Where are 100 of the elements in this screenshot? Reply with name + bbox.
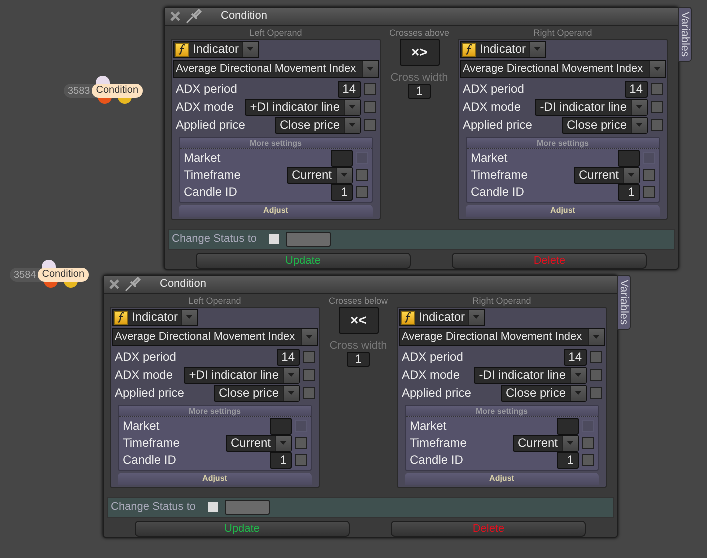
dropdown-caret-button[interactable] [570, 368, 586, 382]
dropdown-caret-button[interactable] [344, 100, 360, 114]
checkbox[interactable] [651, 101, 663, 113]
operator-button[interactable]: ×> [400, 38, 440, 66]
adjust-button[interactable]: Adjust [179, 204, 373, 216]
caret-down-icon [306, 334, 313, 338]
input-field[interactable]: 14 [564, 348, 587, 366]
dropdown-caret-button[interactable] [301, 328, 317, 344]
adjust-button[interactable]: Adjust [118, 472, 312, 484]
checkbox[interactable] [582, 437, 594, 449]
cross-width-field[interactable]: 1 [347, 352, 370, 366]
dropdown-caret-button[interactable] [344, 118, 360, 132]
adjust-button[interactable]: Adjust [405, 472, 599, 484]
checkbox[interactable] [651, 83, 663, 95]
adjust-button[interactable]: Adjust [466, 204, 660, 216]
dropdown[interactable]: Current [512, 434, 579, 452]
checkbox[interactable] [643, 186, 655, 198]
variables-tab[interactable]: Variables [678, 7, 692, 62]
input-field[interactable]: 1 [618, 184, 640, 200]
checkbox[interactable] [364, 101, 376, 113]
node-label[interactable]: Condition [92, 84, 143, 98]
checkbox[interactable] [590, 351, 602, 363]
close-icon[interactable] [170, 10, 181, 22]
checkbox[interactable] [590, 369, 602, 381]
checkbox[interactable] [303, 369, 315, 381]
input-field[interactable]: 14 [276, 348, 300, 366]
dropdown-caret-button[interactable] [336, 168, 352, 182]
parameter-label: Applied price [402, 385, 472, 402]
dropdown-caret-button[interactable] [649, 60, 665, 76]
update-button[interactable]: Update [134, 521, 350, 537]
status-field[interactable] [225, 500, 270, 515]
dropdown-caret-button[interactable] [570, 386, 586, 400]
type-dropdown[interactable]: Indicator [173, 40, 260, 58]
caret-down-icon [247, 47, 254, 51]
type-dropdown[interactable]: Indicator [460, 40, 546, 58]
dropdown-caret-button[interactable] [283, 386, 299, 400]
checkbox[interactable] [295, 437, 307, 449]
dropdown-caret-button[interactable] [588, 328, 604, 344]
dropdown[interactable]: Current [226, 434, 292, 452]
dropdown-caret-button[interactable] [529, 42, 546, 56]
close-icon[interactable] [109, 278, 120, 290]
indicator-dropdown[interactable]: Average Directional Movement Index [112, 328, 318, 346]
checkbox[interactable] [364, 119, 376, 131]
dropdown[interactable]: -DI indicator line [535, 98, 648, 116]
dropdown-caret-button[interactable] [242, 42, 258, 56]
dropdown[interactable]: +DI indicator line [184, 366, 300, 384]
dropdown-caret-button[interactable] [631, 118, 647, 132]
status-checkbox[interactable] [269, 234, 280, 244]
dropdown[interactable]: Close price [214, 384, 300, 402]
change-status-label: Change Status to [172, 232, 258, 247]
type-dropdown[interactable]: Indicator [399, 308, 486, 326]
input-field[interactable]: 14 [624, 80, 648, 98]
dropdown-caret-button[interactable] [362, 60, 378, 76]
dropdown[interactable]: Close price [500, 384, 587, 402]
dropdown-caret-button[interactable] [275, 436, 291, 450]
dropdown-caret-button[interactable] [631, 100, 647, 114]
checkbox[interactable] [364, 83, 376, 95]
cross-width-field[interactable]: 1 [408, 84, 431, 98]
checkbox[interactable] [643, 169, 655, 181]
checkbox[interactable] [303, 387, 315, 399]
operator-button[interactable]: ×< [338, 306, 378, 334]
caret-down-icon [575, 373, 582, 377]
input-field[interactable] [270, 418, 292, 434]
indicator-dropdown[interactable]: Average Directional Movement Index [460, 60, 666, 78]
indicator-dropdown[interactable]: Average Directional Movement Index [399, 328, 605, 346]
pin-icon[interactable] [185, 8, 203, 24]
dropdown-caret-button[interactable] [181, 310, 198, 324]
checkbox[interactable] [651, 119, 663, 131]
dropdown-caret-button[interactable] [623, 168, 639, 182]
node-label[interactable]: Condition [38, 268, 89, 282]
dropdown-caret-button[interactable] [468, 310, 484, 324]
dropdown-caret-button[interactable] [283, 368, 299, 382]
dropdown[interactable]: +DI indicator line [245, 98, 361, 116]
indicator-dropdown[interactable]: Average Directional Movement Index [173, 60, 379, 78]
checkbox[interactable] [356, 169, 368, 181]
input-field[interactable]: 1 [270, 452, 292, 468]
dropdown[interactable]: Close price [274, 116, 361, 134]
pin-icon[interactable] [124, 276, 142, 292]
input-field[interactable] [618, 150, 640, 166]
checkbox[interactable] [590, 387, 602, 399]
dropdown[interactable]: -DI indicator line [474, 366, 587, 384]
dropdown[interactable]: Current [286, 166, 353, 184]
checkbox[interactable] [303, 351, 315, 363]
type-dropdown[interactable]: Indicator [112, 308, 198, 326]
input-field[interactable]: 14 [338, 80, 361, 98]
update-button[interactable]: Update [196, 253, 411, 269]
dropdown[interactable]: Current [574, 166, 640, 184]
dropdown[interactable]: Close price [562, 116, 648, 134]
checkbox[interactable] [582, 454, 594, 466]
variables-tab[interactable]: Variables [617, 275, 631, 330]
dropdown-caret-button[interactable] [562, 436, 578, 450]
checkbox[interactable] [295, 454, 307, 466]
status-field[interactable] [286, 232, 332, 247]
input-field[interactable] [331, 150, 353, 166]
input-field[interactable]: 1 [331, 184, 353, 200]
checkbox[interactable] [356, 186, 368, 198]
status-checkbox[interactable] [208, 502, 218, 512]
caret-down-icon [628, 173, 635, 177]
input-field[interactable]: 1 [557, 452, 579, 468]
input-field[interactable] [557, 418, 579, 434]
